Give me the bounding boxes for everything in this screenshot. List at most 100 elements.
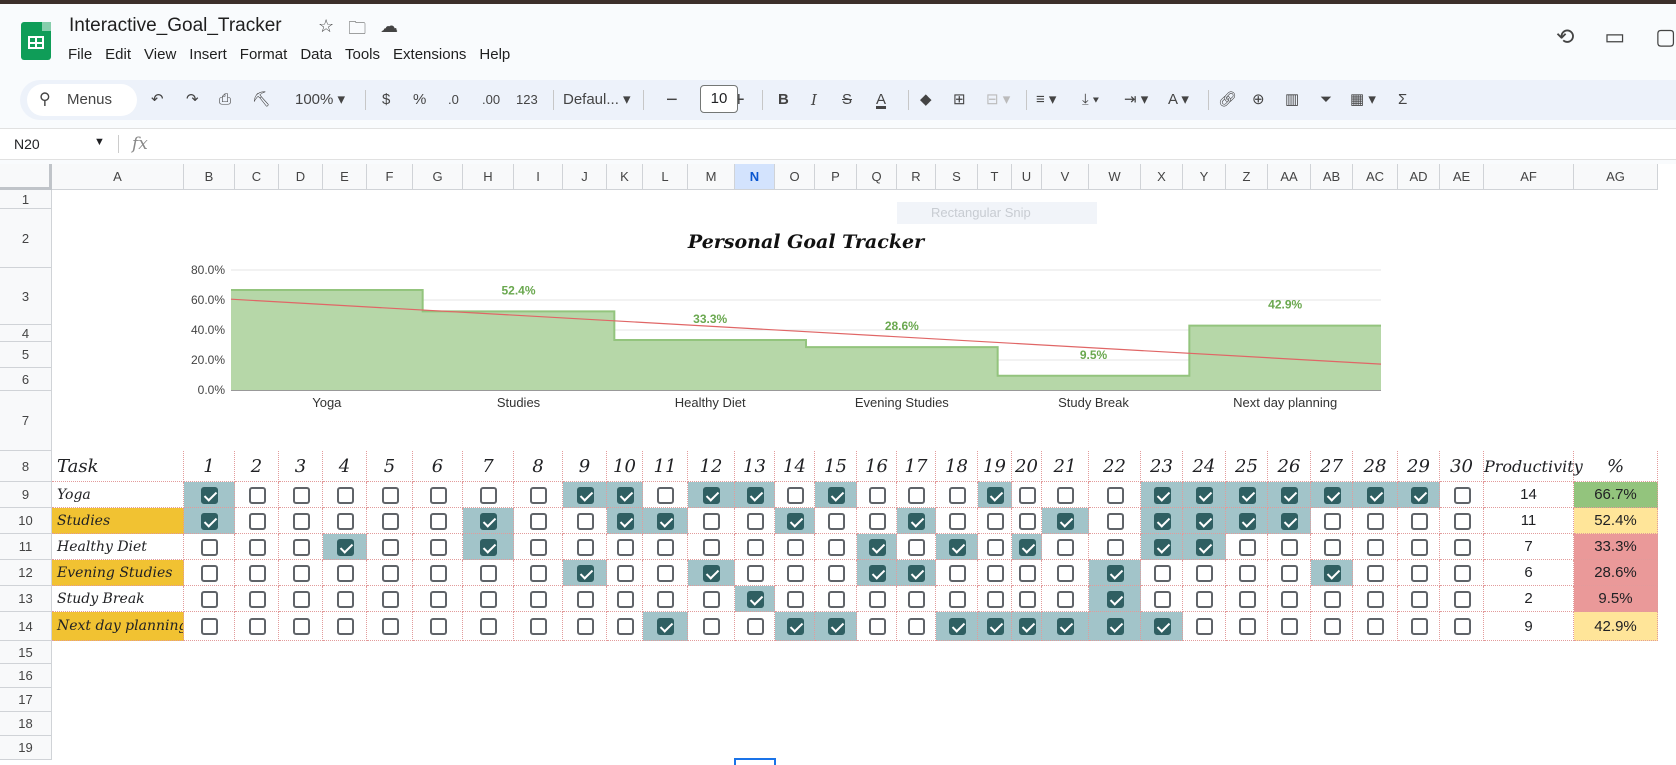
column-header-af[interactable]: AF bbox=[1484, 164, 1574, 190]
check-cell[interactable] bbox=[857, 560, 897, 586]
checkbox-checked[interactable] bbox=[1106, 564, 1124, 582]
check-cell[interactable] bbox=[279, 560, 323, 586]
checkbox-unchecked[interactable] bbox=[1057, 590, 1074, 608]
checkbox-unchecked[interactable] bbox=[429, 486, 447, 504]
checkbox-unchecked[interactable] bbox=[1453, 512, 1471, 530]
checkbox-unchecked[interactable] bbox=[1281, 538, 1298, 556]
checkbox-unchecked[interactable] bbox=[1323, 618, 1341, 635]
checkbox-unchecked[interactable] bbox=[986, 538, 1004, 556]
select-all-corner[interactable] bbox=[0, 164, 52, 190]
row-header-8[interactable]: 8 bbox=[0, 451, 52, 482]
row-header-19[interactable]: 19 bbox=[0, 736, 52, 760]
checkbox-checked[interactable] bbox=[657, 512, 674, 530]
number-format-button[interactable]: 123 bbox=[516, 80, 538, 120]
checkbox-unchecked[interactable] bbox=[1367, 590, 1384, 608]
check-cell[interactable] bbox=[688, 586, 735, 612]
checkbox-unchecked[interactable] bbox=[1453, 618, 1471, 635]
row-header-18[interactable]: 18 bbox=[0, 712, 52, 736]
font-size-input[interactable]: 10 bbox=[700, 85, 738, 113]
row-header-12[interactable]: 12 bbox=[0, 560, 52, 586]
checkbox-checked[interactable] bbox=[786, 618, 804, 635]
column-header-ab[interactable]: AB bbox=[1311, 164, 1353, 190]
checkbox-unchecked[interactable] bbox=[530, 486, 547, 504]
check-cell[interactable] bbox=[735, 612, 775, 641]
checkbox-unchecked[interactable] bbox=[1238, 618, 1256, 635]
check-cell[interactable] bbox=[857, 508, 897, 534]
italic-icon[interactable]: I bbox=[811, 80, 817, 120]
checkbox-checked[interactable] bbox=[1323, 486, 1341, 504]
checkbox-unchecked[interactable] bbox=[1410, 564, 1428, 582]
row-header-16[interactable]: 16 bbox=[0, 664, 52, 688]
check-cell[interactable] bbox=[1042, 560, 1089, 586]
name-box[interactable]: N20 ▼ bbox=[14, 136, 105, 152]
checkbox-unchecked[interactable] bbox=[746, 538, 764, 556]
checkbox-unchecked[interactable] bbox=[703, 538, 720, 556]
row-header-13[interactable]: 13 bbox=[0, 586, 52, 612]
checkbox-unchecked[interactable] bbox=[480, 590, 497, 608]
column-header-i[interactable]: I bbox=[514, 164, 563, 190]
checkbox-unchecked[interactable] bbox=[1057, 486, 1074, 504]
check-cell[interactable] bbox=[279, 612, 323, 641]
checkbox-unchecked[interactable] bbox=[1323, 538, 1341, 556]
row-header-9[interactable]: 9 bbox=[0, 482, 52, 508]
print-icon[interactable]: ⎙ bbox=[219, 80, 231, 120]
checkbox-unchecked[interactable] bbox=[786, 538, 804, 556]
checkbox-checked[interactable] bbox=[336, 538, 354, 556]
checkbox-unchecked[interactable] bbox=[201, 538, 218, 556]
align-horizontal-icon[interactable]: ≡ ▾ bbox=[1036, 80, 1056, 120]
checkbox-unchecked[interactable] bbox=[292, 538, 310, 556]
check-cell[interactable] bbox=[897, 508, 936, 534]
row-header-15[interactable]: 15 bbox=[0, 641, 52, 664]
check-cell[interactable] bbox=[978, 612, 1012, 641]
meet-icon[interactable]: ▢ bbox=[1655, 24, 1676, 50]
checkbox-unchecked[interactable] bbox=[576, 512, 594, 530]
checkbox-unchecked[interactable] bbox=[429, 590, 447, 608]
checkbox-checked[interactable] bbox=[1196, 486, 1213, 504]
check-cell[interactable] bbox=[688, 560, 735, 586]
checkbox-unchecked[interactable] bbox=[576, 618, 594, 635]
checkbox-unchecked[interactable] bbox=[201, 618, 218, 635]
strikethrough-icon[interactable]: S bbox=[842, 80, 852, 120]
check-cell[interactable] bbox=[413, 586, 463, 612]
checkbox-unchecked[interactable] bbox=[1106, 538, 1124, 556]
checkbox-checked[interactable] bbox=[746, 486, 764, 504]
check-cell[interactable] bbox=[279, 586, 323, 612]
checkbox-unchecked[interactable] bbox=[1323, 512, 1341, 530]
checkbox-unchecked[interactable] bbox=[986, 590, 1004, 608]
checkbox-checked[interactable] bbox=[1323, 564, 1341, 582]
checkbox-unchecked[interactable] bbox=[1281, 590, 1298, 608]
check-cell[interactable] bbox=[1183, 482, 1226, 508]
checkbox-unchecked[interactable] bbox=[429, 512, 447, 530]
column-header-s[interactable]: S bbox=[936, 164, 978, 190]
check-cell[interactable] bbox=[897, 586, 936, 612]
checkbox-unchecked[interactable] bbox=[1238, 538, 1256, 556]
menu-help[interactable]: Help bbox=[479, 46, 518, 63]
check-cell[interactable] bbox=[815, 612, 857, 641]
check-cell[interactable] bbox=[607, 612, 643, 641]
checkbox-unchecked[interactable] bbox=[1106, 512, 1124, 530]
check-cell[interactable] bbox=[775, 482, 815, 508]
check-cell[interactable] bbox=[643, 586, 688, 612]
column-header-ad[interactable]: AD bbox=[1398, 164, 1440, 190]
check-cell[interactable] bbox=[1353, 482, 1398, 508]
column-header-h[interactable]: H bbox=[463, 164, 514, 190]
checkbox-unchecked[interactable] bbox=[530, 538, 547, 556]
check-cell[interactable] bbox=[563, 534, 607, 560]
checkbox-unchecked[interactable] bbox=[1018, 486, 1036, 504]
check-cell[interactable] bbox=[323, 534, 367, 560]
checkbox-unchecked[interactable] bbox=[480, 618, 497, 635]
checkbox-unchecked[interactable] bbox=[1196, 618, 1213, 635]
check-cell[interactable] bbox=[607, 560, 643, 586]
check-cell[interactable] bbox=[1311, 482, 1353, 508]
checkbox-checked[interactable] bbox=[1106, 590, 1124, 608]
check-cell[interactable] bbox=[413, 534, 463, 560]
check-cell[interactable] bbox=[1141, 612, 1183, 641]
check-cell[interactable] bbox=[1141, 534, 1183, 560]
checkbox-unchecked[interactable] bbox=[1410, 538, 1428, 556]
checkbox-unchecked[interactable] bbox=[703, 590, 720, 608]
check-cell[interactable] bbox=[1042, 586, 1089, 612]
check-cell[interactable] bbox=[775, 534, 815, 560]
column-header-q[interactable]: Q bbox=[857, 164, 897, 190]
check-cell[interactable] bbox=[897, 560, 936, 586]
check-cell[interactable] bbox=[514, 508, 563, 534]
